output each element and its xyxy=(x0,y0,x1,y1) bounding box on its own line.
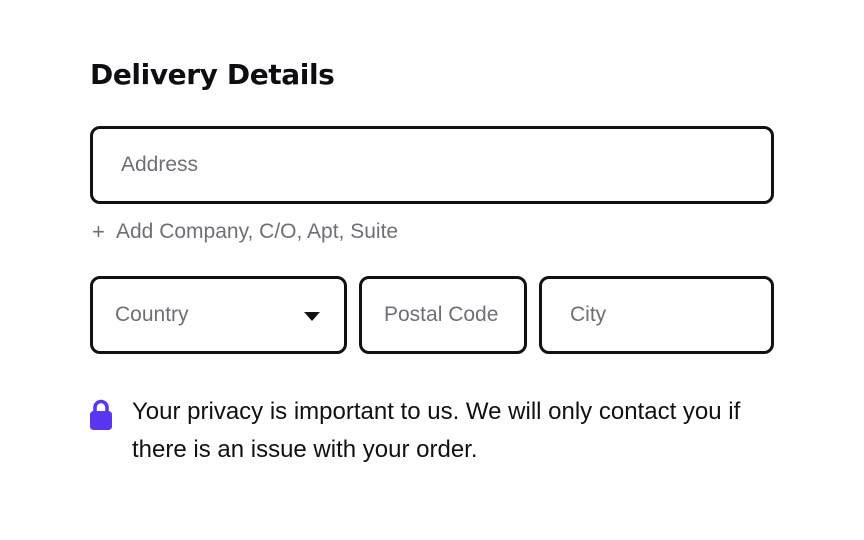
address-input[interactable] xyxy=(121,129,771,201)
plus-icon: + xyxy=(92,219,105,244)
postal-code-input[interactable] xyxy=(384,279,524,351)
privacy-notice: Your privacy is important to us. We will… xyxy=(90,398,774,469)
country-placeholder: Country xyxy=(115,303,189,326)
form-title: Delivery Details xyxy=(90,58,335,91)
city-field[interactable] xyxy=(539,276,774,354)
delivery-details-form: Delivery Details + Add Company, C/O, Apt… xyxy=(90,58,774,469)
address-field[interactable] xyxy=(90,126,774,204)
country-select[interactable]: Country xyxy=(90,276,347,354)
privacy-notice-text: Your privacy is important to us. We will… xyxy=(132,398,741,463)
add-address-line-label: Add Company, C/O, Apt, Suite xyxy=(116,220,399,243)
location-row: Country xyxy=(90,276,774,354)
lock-icon xyxy=(90,399,112,430)
city-input[interactable] xyxy=(570,279,771,351)
caret-down-icon xyxy=(304,311,320,321)
add-address-line-link[interactable]: + Add Company, C/O, Apt, Suite xyxy=(90,218,774,246)
postal-code-field[interactable] xyxy=(359,276,527,354)
